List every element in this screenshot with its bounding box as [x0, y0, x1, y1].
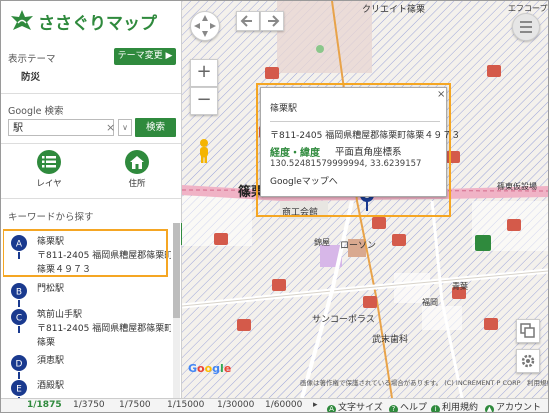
- list-icon: [37, 150, 61, 174]
- theme-change-button[interactable]: テーマ変更 ▶: [114, 48, 176, 65]
- layers-button[interactable]: [516, 319, 540, 343]
- scale-option[interactable]: 1/3750: [73, 400, 105, 410]
- zoom-out-button[interactable]: −: [190, 87, 218, 115]
- menu-icon: [520, 21, 532, 33]
- compass-icon: [194, 15, 216, 37]
- address-label: 住所: [128, 179, 146, 189]
- gear-icon: [521, 354, 535, 368]
- clear-icon[interactable]: ×: [106, 120, 115, 135]
- result-title: 酒殿駅: [37, 381, 65, 391]
- address-button[interactable]: 住所: [117, 150, 157, 189]
- street-view-pegman[interactable]: [194, 138, 214, 164]
- account-link[interactable]: ▲ アカウント: [485, 400, 541, 413]
- scale-option[interactable]: 1/15000: [167, 400, 204, 410]
- result-item[interactable]: A 篠栗駅 〒811-2405 福岡県糟屋郡篠栗町 篠栗４９７３: [3, 229, 171, 277]
- terms-link[interactable]: i 利用規約: [431, 400, 478, 412]
- app-logo[interactable]: ささぐりマップ: [9, 7, 157, 35]
- info-icon: i: [431, 405, 440, 412]
- pan-control[interactable]: [190, 11, 220, 41]
- svg-text:E: E: [16, 385, 22, 395]
- map-label: 青葉: [452, 282, 468, 291]
- scale-more-icon[interactable]: ▸: [313, 400, 318, 410]
- help-link[interactable]: ? ヘルプ: [389, 400, 427, 412]
- scrollbar-thumb[interactable]: [173, 223, 180, 318]
- search-button[interactable]: 検索: [135, 118, 176, 137]
- map-view[interactable]: クリエイト篠栗 エフコープ 篠栗 商工会館 ローソン 錦屋 福岡 青葉 サンコー…: [182, 1, 548, 398]
- popup-close-button[interactable]: ×: [437, 89, 445, 100]
- results-list: A 篠栗駅 〒811-2405 福岡県糟屋郡篠栗町 篠栗４９７３ B 門松駅 C…: [3, 223, 171, 398]
- map-attribution: 画像は著作権で保護されている場合があります。 (C) INCREMENT P C…: [300, 379, 548, 387]
- coord-type-alt[interactable]: 平面直角座標系: [335, 144, 402, 158]
- svg-text:B: B: [16, 288, 22, 298]
- google-maps-link[interactable]: Googleマップへ: [270, 174, 338, 187]
- search-label: Google 検索: [8, 106, 64, 117]
- scale-option[interactable]: 1/7500: [119, 400, 151, 410]
- footer-bar: 1/1875 1/3750 1/7500 1/15000 1/30000 1/6…: [1, 398, 548, 413]
- map-label: クリエイト篠栗: [362, 5, 426, 15]
- app-title: ささぐりマップ: [38, 13, 157, 34]
- theme-label: 表示テーマ: [8, 54, 56, 65]
- map-label: サンコーポラス: [312, 315, 375, 325]
- result-highlight: [3, 229, 168, 277]
- coord-type-label[interactable]: 経度・緯度: [270, 144, 320, 159]
- sidebar: ささぐりマップ 表示テーマ テーマ変更 ▶ 防災 Google 検索 駅 × ∨…: [1, 1, 182, 398]
- arrow-right-icon: [268, 15, 280, 27]
- scale-option[interactable]: 1/1875: [27, 400, 62, 410]
- results-scrollbar[interactable]: [173, 223, 180, 398]
- popup-address: 〒811-2405 福岡県糟屋郡篠栗町篠栗４９７３: [270, 131, 461, 141]
- account-icon: ▲: [485, 405, 494, 413]
- back-button[interactable]: [236, 11, 260, 31]
- font-size-link[interactable]: A 文字サイズ: [327, 400, 383, 412]
- result-title: 門松駅: [37, 284, 65, 294]
- divider: [1, 198, 181, 199]
- popup-title: 篠栗駅: [270, 104, 298, 114]
- result-item[interactable]: C 筑前山手駅 〒811-2405 福岡県糟屋郡篠栗町 篠栗: [3, 305, 171, 349]
- arrow-left-icon: [240, 15, 252, 27]
- copy-icon: [520, 323, 535, 338]
- app-window: ささぐりマップ 表示テーマ テーマ変更 ▶ 防災 Google 検索 駅 × ∨…: [0, 0, 549, 413]
- scale-option[interactable]: 1/60000: [265, 400, 302, 410]
- forward-button[interactable]: [260, 11, 284, 31]
- divider: [270, 121, 440, 122]
- svg-text:C: C: [16, 314, 22, 324]
- result-address: 篠栗: [37, 338, 56, 348]
- search-dropdown-button[interactable]: ∨: [118, 119, 132, 136]
- result-item[interactable]: B 門松駅: [3, 279, 171, 307]
- layer-label: レイヤ: [36, 179, 62, 189]
- map-label: 武末歯科: [372, 335, 409, 345]
- theme-value: 防災: [21, 72, 41, 83]
- info-popup: × 篠栗駅 〒811-2405 福岡県糟屋郡篠栗町篠栗４９７３ 経度・緯度 平面…: [260, 87, 460, 197]
- search-input[interactable]: 駅: [8, 119, 114, 136]
- help-icon: ?: [389, 405, 398, 412]
- map-label: 篠東仮設場: [497, 182, 537, 191]
- keyword-label: キーワードから探す: [8, 212, 94, 223]
- map-label: 福岡: [422, 298, 438, 307]
- home-icon: [125, 150, 149, 174]
- result-address: 〒811-2405 福岡県糟屋郡篠栗町: [37, 324, 171, 334]
- pegman-icon: [200, 139, 208, 163]
- google-logo: Google: [188, 362, 232, 375]
- result-title: 須恵駅: [37, 356, 65, 366]
- map-label: 錦屋: [314, 238, 330, 247]
- result-item[interactable]: E 酒殿駅: [3, 376, 171, 398]
- logo-icon: [11, 10, 33, 30]
- scale-option[interactable]: 1/30000: [217, 400, 254, 410]
- result-item[interactable]: D 須恵駅: [3, 351, 171, 379]
- result-title: 筑前山手駅: [37, 310, 83, 320]
- layer-button[interactable]: レイヤ: [29, 150, 69, 189]
- map-pin-icon: E: [11, 380, 27, 398]
- font-size-icon: A: [327, 405, 336, 412]
- popup-coordinates: 130.52481579999994, 33.6239157: [270, 159, 422, 169]
- menu-button[interactable]: [512, 13, 540, 41]
- zoom-in-button[interactable]: +: [190, 59, 218, 87]
- map-label: ローソン: [340, 241, 377, 251]
- divider: [1, 93, 181, 94]
- svg-text:D: D: [16, 360, 23, 370]
- divider: [1, 143, 181, 144]
- map-pin-icon: C: [11, 309, 27, 333]
- settings-button[interactable]: [516, 349, 540, 373]
